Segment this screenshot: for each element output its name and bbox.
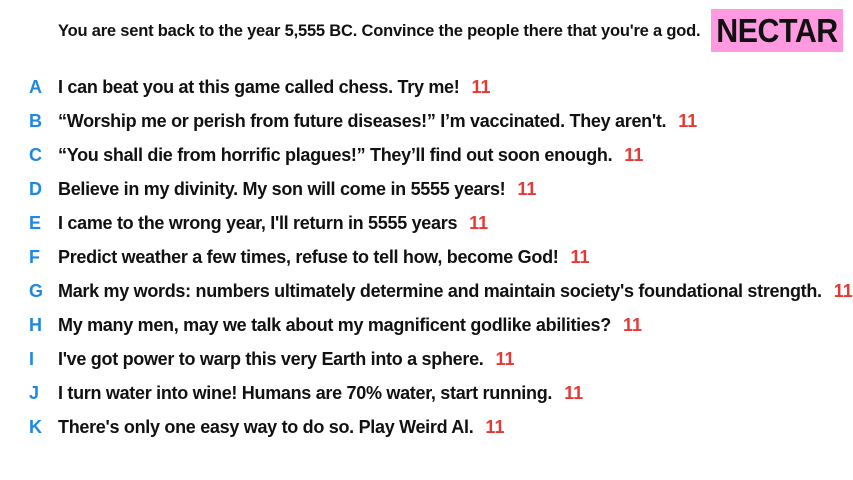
answer-letter: K (29, 416, 42, 437)
answer-row-b: B “Worship me or perish from future disea… (0, 104, 853, 138)
answer-text: Mark my words: numbers ultimately determ… (58, 280, 822, 301)
answer-score: 11 (471, 76, 491, 97)
answer-score: 11 (678, 110, 698, 131)
answer-row-f: F Predict weather a few times, refuse to … (0, 240, 853, 274)
answer-letter: B (29, 110, 42, 131)
answer-text: “You shall die from horrific plagues!” T… (58, 144, 613, 165)
answer-letter: C (29, 144, 42, 165)
answer-row-g: G Mark my words: numbers ultimately deter… (0, 274, 853, 308)
answer-letter: J (29, 382, 40, 403)
answer-list: A I can beat you at this game called ches… (0, 70, 853, 444)
answer-text: Predict weather a few times, refuse to t… (58, 246, 559, 267)
answer-row-d: D Believe in my divinity. My son will com… (0, 172, 853, 206)
answer-score: 11 (564, 382, 584, 403)
answer-letter: D (29, 178, 42, 199)
answer-text: My many men, may we talk about my magnif… (58, 314, 611, 335)
answer-letter: E (29, 212, 42, 233)
answer-score: 11 (495, 348, 515, 369)
answer-text: I turn water into wine! Humans are 70% w… (58, 382, 553, 403)
answer-text: There's only one easy way to do so. Play… (58, 416, 474, 437)
answer-row-j: J I turn water into wine! Humans are 70% … (0, 376, 853, 410)
answer-score: 11 (624, 144, 644, 165)
answer-letter: I (29, 348, 35, 369)
answer-text: “Worship me or perish from future diseas… (58, 110, 667, 131)
answer-row-c: C “You shall die from horrific plagues!” … (0, 138, 853, 172)
answer-score: 11 (570, 246, 590, 267)
answer-row-h: H My many men, may we talk about my magni… (0, 308, 853, 342)
answer-letter: G (29, 280, 44, 301)
question-prompt: You are sent back to the year 5,555 BC. … (58, 22, 701, 40)
nectar-logo: NECTAR (711, 9, 843, 52)
answer-score: 11 (485, 416, 505, 437)
answer-score: 11 (833, 280, 853, 301)
answer-row-k: K There's only one easy way to do so. Pla… (0, 410, 853, 444)
answer-score: 11 (622, 314, 642, 335)
answer-letter: A (29, 76, 42, 97)
logo-text: NECTAR (716, 11, 838, 49)
answer-text: I've got power to warp this very Earth i… (58, 348, 484, 369)
answer-letter: H (29, 314, 42, 335)
answer-text: Believe in my divinity. My son will come… (58, 178, 506, 199)
answer-letter: F (29, 246, 40, 267)
answer-score: 11 (469, 212, 489, 233)
answer-text: I came to the wrong year, I'll return in… (58, 212, 458, 233)
answer-score: 11 (517, 178, 537, 199)
answer-row-e: E I came to the wrong year, I'll return i… (0, 206, 853, 240)
answer-row-a: A I can beat you at this game called ches… (0, 70, 853, 104)
answer-row-i: I I've got power to warp this very Earth … (0, 342, 853, 376)
answer-text: I can beat you at this game called chess… (58, 76, 460, 97)
